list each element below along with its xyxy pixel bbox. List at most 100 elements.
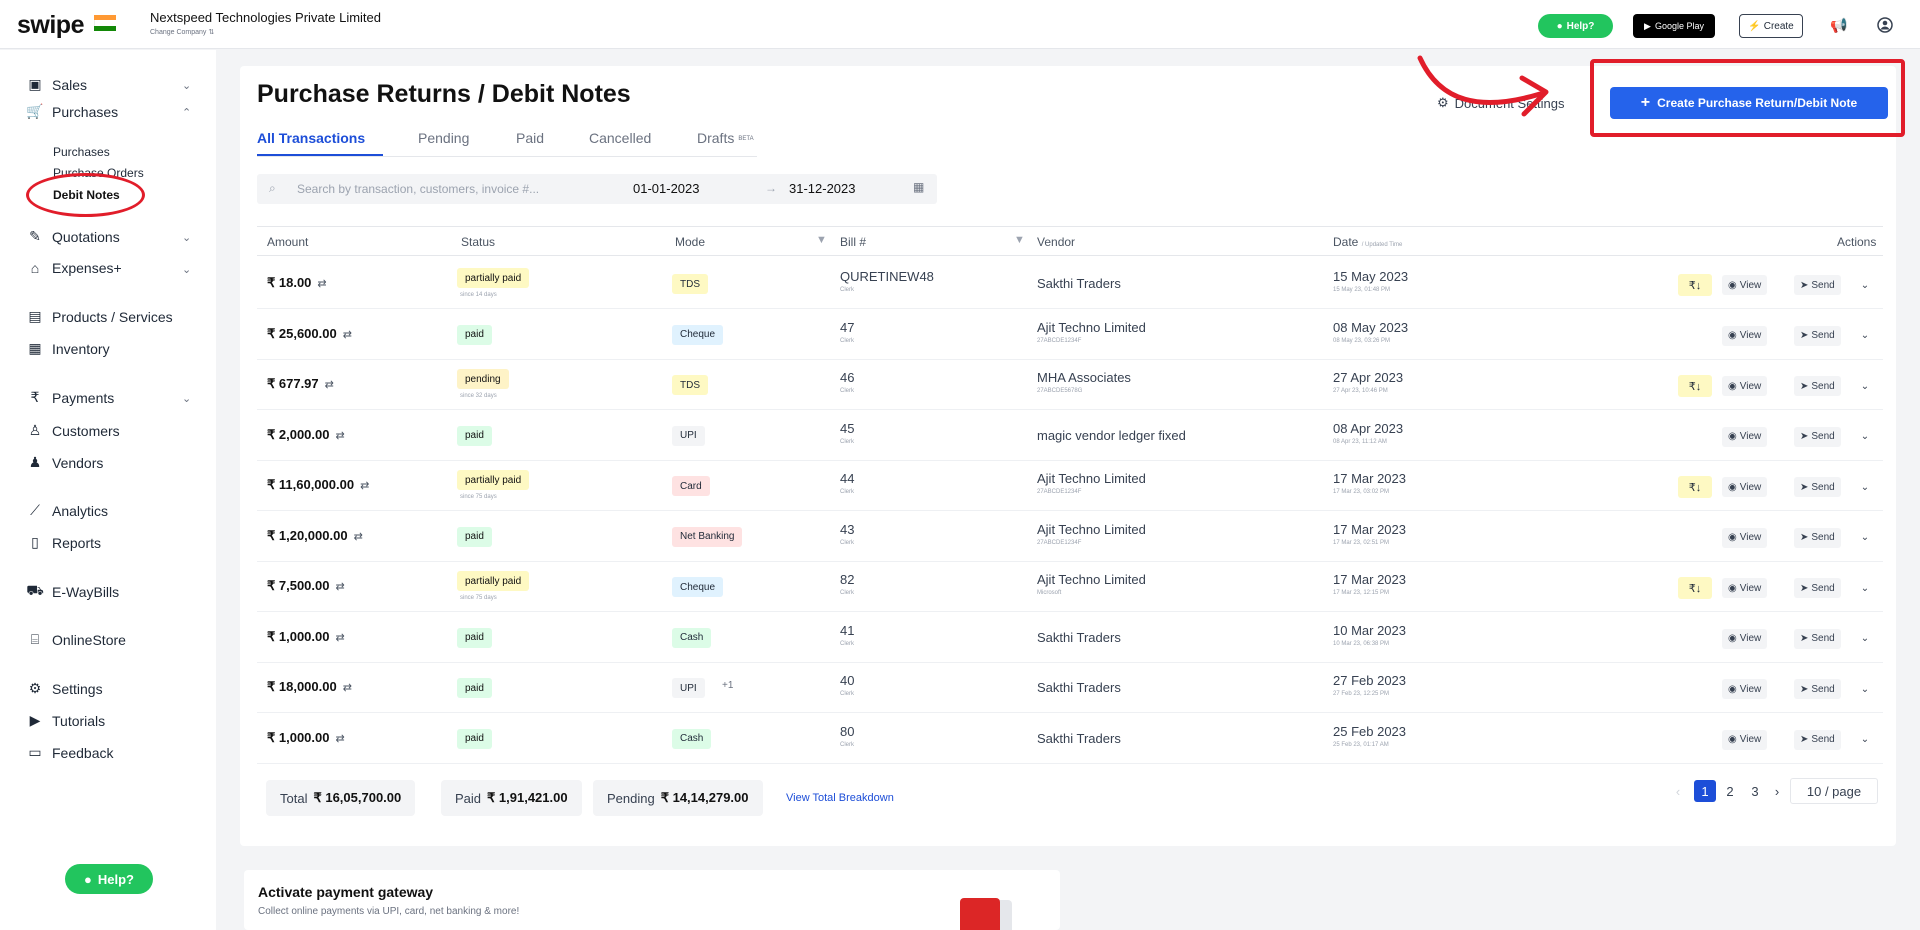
chevron-down-icon[interactable]: ⌄ (1854, 729, 1876, 751)
row-amount[interactable]: ₹ 18,000.00 ⇄ (267, 679, 352, 695)
vendor-name[interactable]: Sakthi Traders (1037, 630, 1121, 645)
vendor-name[interactable]: MHA Associates (1037, 370, 1131, 385)
table-row[interactable]: ₹ 2,000.00 ⇄ paid UPI 45 Clerk magic vendor le… (257, 411, 1883, 461)
view-button[interactable]: ◉ View (1722, 679, 1768, 699)
send-button[interactable]: ➤ Send (1794, 477, 1841, 497)
chevron-down-icon[interactable]: ⌄ (1854, 527, 1876, 549)
swap-icon[interactable]: ⇄ (343, 682, 352, 694)
swap-icon[interactable]: ⇄ (354, 531, 363, 543)
table-row[interactable]: ₹ 25,600.00 ⇄ paid Cheque 47 Clerk Ajit Techno… (257, 310, 1883, 360)
view-button[interactable]: ◉ View (1722, 275, 1768, 295)
sidebar-item-expenses[interactable]: ⌂ Expenses+ (26, 260, 122, 276)
view-button[interactable]: ◉ View (1722, 376, 1768, 396)
chevron-down-icon[interactable]: ⌄ (1854, 426, 1876, 448)
chevron-down-icon[interactable]: ⌄ (1854, 375, 1876, 397)
chevron-down-icon[interactable]: ⌄ (182, 263, 191, 276)
table-row[interactable]: ₹ 18.00 ⇄ partially paid since 14 days TDS QU… (257, 259, 1883, 309)
vendor-name[interactable]: Ajit Techno Limited (1037, 471, 1146, 486)
view-button[interactable]: ◉ View (1722, 426, 1768, 447)
table-row[interactable]: ₹ 11,60,000.00 ⇄ partially paid since 75 da… (257, 461, 1883, 511)
row-amount[interactable]: ₹ 1,000.00 ⇄ (267, 629, 345, 645)
view-button[interactable]: ◉ View (1722, 527, 1768, 548)
table-row[interactable]: ₹ 677.97 ⇄ pending since 32 days TDS 46 Clerk M… (257, 360, 1883, 410)
search-input[interactable]: Search by transaction, customers, invoic… (297, 182, 539, 196)
user-account-icon[interactable] (1875, 15, 1895, 35)
date-from-input[interactable]: 01-01-2023 (633, 181, 700, 196)
tab-pending[interactable]: Pending (418, 130, 469, 146)
chevron-down-icon[interactable]: ⌄ (182, 231, 191, 244)
table-row[interactable]: ₹ 1,20,000.00 ⇄ paid Net Banking 43 Clerk Ajit… (257, 512, 1883, 562)
sidebar-item-inventory[interactable]: ▦ Inventory (26, 340, 109, 357)
send-button[interactable]: ➤ Send (1794, 325, 1841, 346)
help-button[interactable]: ● Help? (1538, 14, 1613, 38)
page-size-select[interactable]: 10 / page (1790, 778, 1878, 804)
swap-icon[interactable]: ⇄ (360, 480, 369, 492)
calendar-icon[interactable]: ▦ (913, 180, 924, 194)
sidebar-item-quotations[interactable]: ✎ Quotations (26, 228, 120, 245)
change-company-link[interactable]: Change Company ⇅ (150, 28, 214, 36)
megaphone-icon[interactable]: 📢 (1829, 15, 1849, 35)
vendor-name[interactable]: Ajit Techno Limited (1037, 522, 1146, 537)
view-button[interactable]: ◉ View (1722, 628, 1768, 649)
vendor-name[interactable]: magic vendor ledger fixed (1037, 428, 1186, 443)
send-button[interactable]: ➤ Send (1794, 679, 1841, 699)
page-1[interactable]: 1 (1694, 780, 1716, 802)
chevron-down-icon[interactable]: ⌄ (1854, 476, 1876, 498)
record-payment-button[interactable]: ₹↓ (1678, 274, 1712, 296)
prev-page-icon[interactable]: ‹ (1667, 780, 1689, 802)
row-amount[interactable]: ₹ 7,500.00 ⇄ (267, 578, 345, 594)
tab-all-transactions[interactable]: All Transactions (257, 130, 365, 146)
swap-icon[interactable]: ⇄ (336, 581, 345, 593)
send-button[interactable]: ➤ Send (1794, 578, 1841, 598)
record-payment-button[interactable]: ₹↓ (1678, 577, 1712, 599)
row-amount[interactable]: ₹ 1,20,000.00 ⇄ (267, 528, 363, 544)
sidebar-item-vendors[interactable]: ♟ Vendors (26, 454, 104, 471)
table-row[interactable]: ₹ 1,000.00 ⇄ paid Cash 80 Clerk Sakthi Traders… (257, 714, 1883, 764)
table-row[interactable]: ₹ 7,500.00 ⇄ partially paid since 75 days Ch… (257, 562, 1883, 612)
swap-icon[interactable]: ⇄ (336, 430, 345, 442)
vendor-name[interactable]: Sakthi Traders (1037, 731, 1121, 746)
view-button[interactable]: ◉ View (1722, 325, 1768, 346)
vendor-name[interactable]: Sakthi Traders (1037, 680, 1121, 695)
send-button[interactable]: ➤ Send (1794, 729, 1841, 750)
vendor-name[interactable]: Ajit Techno Limited (1037, 572, 1146, 587)
tab-drafts[interactable]: Drafts BETA (697, 130, 754, 146)
sidebar-item-products[interactable]: ▤ Products / Services (26, 308, 172, 325)
sidebar-sub-purchases[interactable]: Purchases (53, 145, 110, 159)
sidebar-item-onlinestore[interactable]: ⌸ OnlineStore (26, 631, 126, 648)
swap-icon[interactable]: ⇄ (336, 733, 345, 745)
row-amount[interactable]: ₹ 1,000.00 ⇄ (267, 730, 345, 746)
send-button[interactable]: ➤ Send (1794, 376, 1841, 396)
sidebar-item-reports[interactable]: ▯ Reports (26, 534, 101, 551)
search-bar[interactable]: ⌕ Search by transaction, customers, invo… (257, 174, 937, 204)
header-date[interactable]: Date / Updated Time (1333, 235, 1402, 249)
company-name[interactable]: Nextspeed Technologies Private Limited (150, 10, 381, 25)
chevron-down-icon[interactable]: ⌄ (1854, 577, 1876, 599)
sidebar-help-button[interactable]: ● Help? (65, 864, 153, 894)
send-button[interactable]: ➤ Send (1794, 275, 1841, 295)
row-amount[interactable]: ₹ 677.97 ⇄ (267, 376, 334, 392)
sidebar-item-customers[interactable]: ♙ Customers (26, 422, 120, 439)
sidebar-item-purchases[interactable]: 🛒 Purchases (26, 103, 118, 120)
view-button[interactable]: ◉ View (1722, 729, 1768, 750)
tab-paid[interactable]: Paid (516, 130, 544, 146)
sidebar-item-tutorials[interactable]: ▶ Tutorials (26, 712, 106, 729)
date-to-input[interactable]: 31-12-2023 (789, 181, 856, 196)
send-button[interactable]: ➤ Send (1794, 426, 1841, 447)
sidebar-item-settings[interactable]: ⚙ Settings (26, 680, 103, 697)
google-play-button[interactable]: ▶ Google Play (1633, 14, 1715, 38)
send-button[interactable]: ➤ Send (1794, 527, 1841, 548)
chevron-down-icon[interactable]: ⌄ (1854, 628, 1876, 650)
vendor-name[interactable]: Ajit Techno Limited (1037, 320, 1146, 335)
vendor-name[interactable]: Sakthi Traders (1037, 276, 1121, 291)
table-row[interactable]: ₹ 1,000.00 ⇄ paid Cash 41 Clerk Sakthi Traders… (257, 613, 1883, 663)
chevron-down-icon[interactable]: ⌄ (1854, 325, 1876, 347)
swap-icon[interactable]: ⇄ (343, 329, 352, 341)
swap-icon[interactable]: ⇄ (317, 278, 326, 290)
sidebar-item-payments[interactable]: ₹ Payments (26, 389, 115, 406)
chevron-down-icon[interactable]: ⌄ (1854, 274, 1876, 296)
row-amount[interactable]: ₹ 11,60,000.00 ⇄ (267, 477, 369, 493)
row-amount[interactable]: ₹ 25,600.00 ⇄ (267, 326, 352, 342)
filter-icon[interactable]: ▼ (1014, 234, 1025, 246)
record-payment-button[interactable]: ₹↓ (1678, 375, 1712, 397)
